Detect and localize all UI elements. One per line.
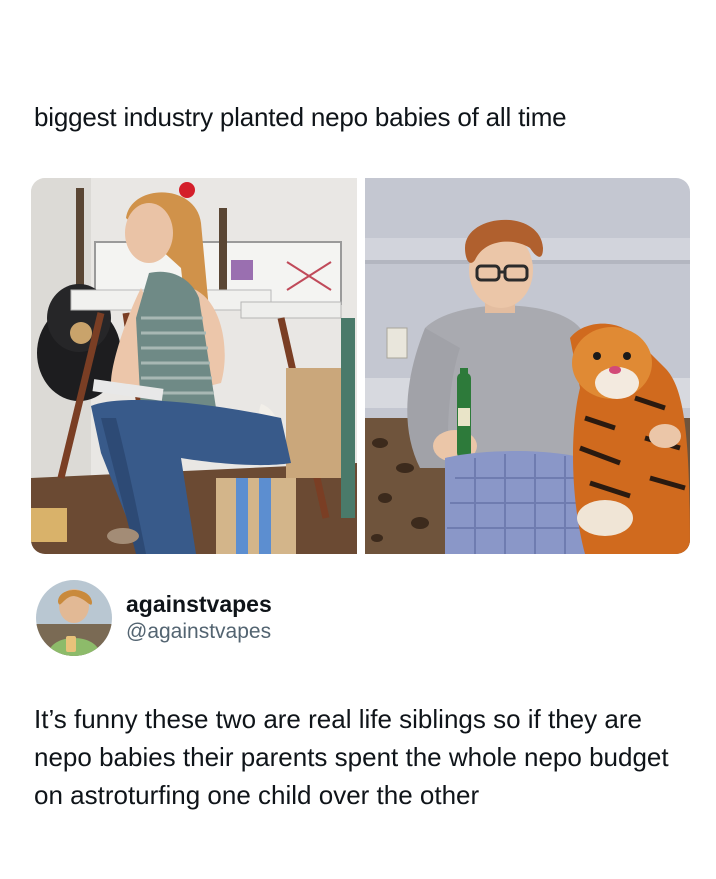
reply-text: It’s funny these two are real life sibli…: [34, 704, 669, 810]
media-grid[interactable]: [31, 178, 690, 554]
avatar[interactable]: [36, 580, 112, 656]
photo-right-illustration: [365, 178, 690, 554]
author-display-name[interactable]: againstvapes: [126, 590, 272, 618]
photo-left[interactable]: [31, 178, 357, 554]
author-handle[interactable]: @againstvapes: [126, 618, 272, 646]
avatar-image: [36, 580, 112, 656]
photo-left-illustration: [31, 178, 357, 554]
reply-author[interactable]: againstvapes @againstvapes: [36, 578, 272, 658]
photo-right[interactable]: [365, 178, 690, 554]
post-caption: biggest industry planted nepo babies of …: [34, 102, 567, 132]
